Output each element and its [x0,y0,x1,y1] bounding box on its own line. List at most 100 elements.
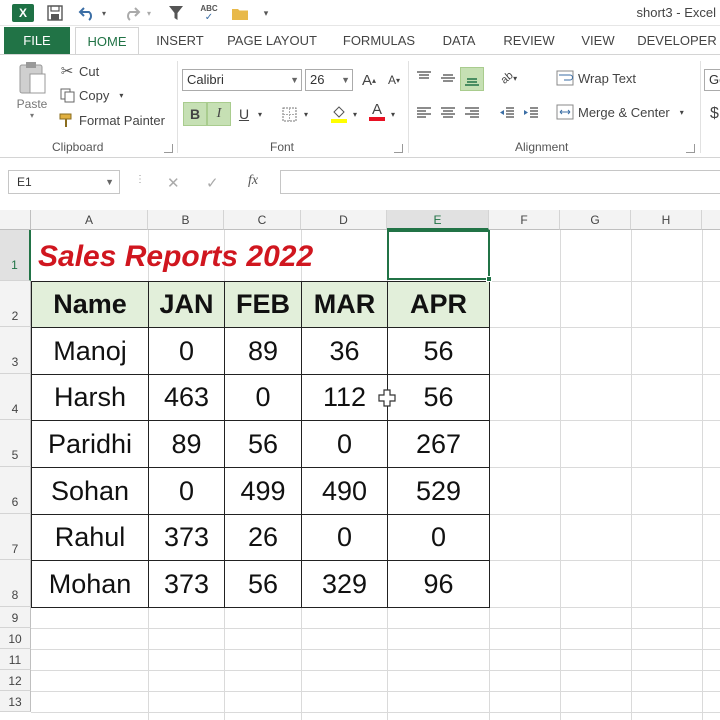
italic-button[interactable]: I [207,102,231,126]
table-cell[interactable]: 56 [224,560,302,608]
table-cell[interactable]: 490 [301,467,388,515]
number-format-select[interactable]: Ge [704,69,720,91]
font-color-dropdown-icon[interactable]: ▾ [387,103,399,125]
column-header-b[interactable]: B [148,210,224,230]
table-cell[interactable]: 89 [148,420,225,468]
table-cell[interactable]: 89 [224,327,302,375]
bold-button[interactable]: B [183,102,207,126]
row-header-1[interactable]: 1 [0,230,31,281]
wrap-text-button[interactable]: Wrap Text [556,70,636,86]
fill-handle[interactable] [486,276,492,282]
table-cell[interactable]: 112 [301,374,388,421]
table-cell[interactable]: 56 [387,327,490,375]
shrink-font-button[interactable]: A ▾ [383,69,405,91]
enter-icon[interactable]: ✓ [206,174,219,192]
tab-page-layout[interactable]: PAGE LAYOUT [222,27,322,54]
fill-color-button[interactable] [328,103,350,125]
table-cell[interactable]: 96 [387,560,490,608]
tab-insert[interactable]: INSERT [150,27,210,54]
tab-formulas[interactable]: FORMULAS [334,27,424,54]
table-cell[interactable]: 373 [148,514,225,561]
formula-input[interactable] [280,170,720,194]
font-color-button[interactable]: A [366,101,388,123]
column-header-d[interactable]: D [301,210,387,230]
underline-dropdown-icon[interactable]: ▾ [254,103,266,125]
align-left-button[interactable] [413,102,435,124]
table-cell[interactable]: 329 [301,560,388,608]
paste-button[interactable]: Paste ▾ [14,61,50,121]
row-header-4[interactable]: 4 [0,374,31,420]
merge-center-button[interactable]: Merge & Center ▾ [556,104,684,120]
font-size-select[interactable]: 26 ▼ [305,69,353,91]
column-header-e[interactable]: E [387,210,489,230]
header-cell-feb[interactable]: FEB [224,281,302,328]
column-header-g[interactable]: G [560,210,631,230]
fill-color-dropdown-icon[interactable]: ▾ [349,103,361,125]
row-header-8[interactable]: 8 [0,560,31,607]
column-header-c[interactable]: C [224,210,301,230]
cut-button[interactable]: ✂ Cut [58,62,100,80]
column-header-f[interactable]: F [489,210,560,230]
table-cell[interactable]: 0 [301,514,388,561]
increase-indent-button[interactable] [520,102,542,124]
row-header-7[interactable]: 7 [0,514,31,560]
tab-view[interactable]: VIEW [574,27,622,54]
header-cell-name[interactable]: Name [31,281,149,328]
table-cell-name[interactable]: Mohan [31,560,149,608]
tab-data[interactable]: DATA [436,27,482,54]
cancel-icon[interactable]: ✕ [167,174,180,192]
alignment-dialog-launcher-icon[interactable] [686,144,695,153]
tab-developer[interactable]: DEVELOPER [634,27,720,54]
column-header-h[interactable]: H [631,210,702,230]
borders-dropdown-icon[interactable]: ▾ [300,103,312,125]
table-cell[interactable]: 26 [224,514,302,561]
redo-icon[interactable] [121,3,143,23]
header-cell-apr[interactable]: APR [387,281,490,328]
row-header-5[interactable]: 5 [0,420,31,467]
column-header-a[interactable]: A [31,210,148,230]
table-cell[interactable]: 56 [387,374,490,421]
table-cell[interactable]: 529 [387,467,490,515]
sheet-title-cell[interactable]: Sales Reports 2022 [32,231,386,280]
grow-font-button[interactable]: A ▴ [358,69,380,91]
undo-dropdown-icon[interactable]: ▾ [99,3,109,23]
middle-align-button[interactable] [437,67,459,89]
align-right-button[interactable] [461,102,483,124]
customize-qat-icon[interactable]: ▾ [260,3,272,23]
row-header-13[interactable]: 13 [0,691,31,712]
table-cell-name[interactable]: Sohan [31,467,149,515]
underline-button[interactable]: U [233,103,255,125]
bottom-align-button[interactable] [460,67,484,91]
table-cell[interactable]: 0 [301,420,388,468]
copy-button[interactable]: Copy ▾ [58,88,123,103]
formula-bar-grip-icon[interactable]: ⋮ [135,174,145,185]
table-cell-name[interactable]: Manoj [31,327,149,375]
row-header-11[interactable]: 11 [0,649,31,670]
font-family-select[interactable]: Calibri ▼ [182,69,302,91]
decrease-indent-button[interactable] [496,102,518,124]
folder-icon[interactable] [230,3,250,23]
select-all-corner[interactable] [0,210,31,230]
row-header-9[interactable]: 9 [0,607,31,628]
table-cell-name[interactable]: Rahul [31,514,149,561]
font-dialog-launcher-icon[interactable] [394,144,403,153]
row-header-3[interactable]: 3 [0,327,31,374]
insert-function-icon[interactable]: fx [248,173,258,189]
table-cell-name[interactable]: Paridhi [31,420,149,468]
name-box[interactable]: E1 ▼ [8,170,120,194]
table-cell[interactable]: 499 [224,467,302,515]
tab-review[interactable]: REVIEW [498,27,560,54]
orientation-button[interactable]: ab ▾ [498,67,520,89]
format-painter-button[interactable]: Format Painter [58,113,165,128]
header-cell-mar[interactable]: MAR [301,281,388,328]
clipboard-dialog-launcher-icon[interactable] [164,144,173,153]
row-header-10[interactable]: 10 [0,628,31,649]
row-header-12[interactable]: 12 [0,670,31,691]
row-header-2[interactable]: 2 [0,281,31,327]
active-cell-selection[interactable] [387,230,490,280]
table-cell[interactable]: 0 [224,374,302,421]
table-cell-name[interactable]: Harsh [31,374,149,421]
table-cell[interactable]: 463 [148,374,225,421]
table-cell[interactable]: 0 [148,467,225,515]
table-cell[interactable]: 0 [148,327,225,375]
